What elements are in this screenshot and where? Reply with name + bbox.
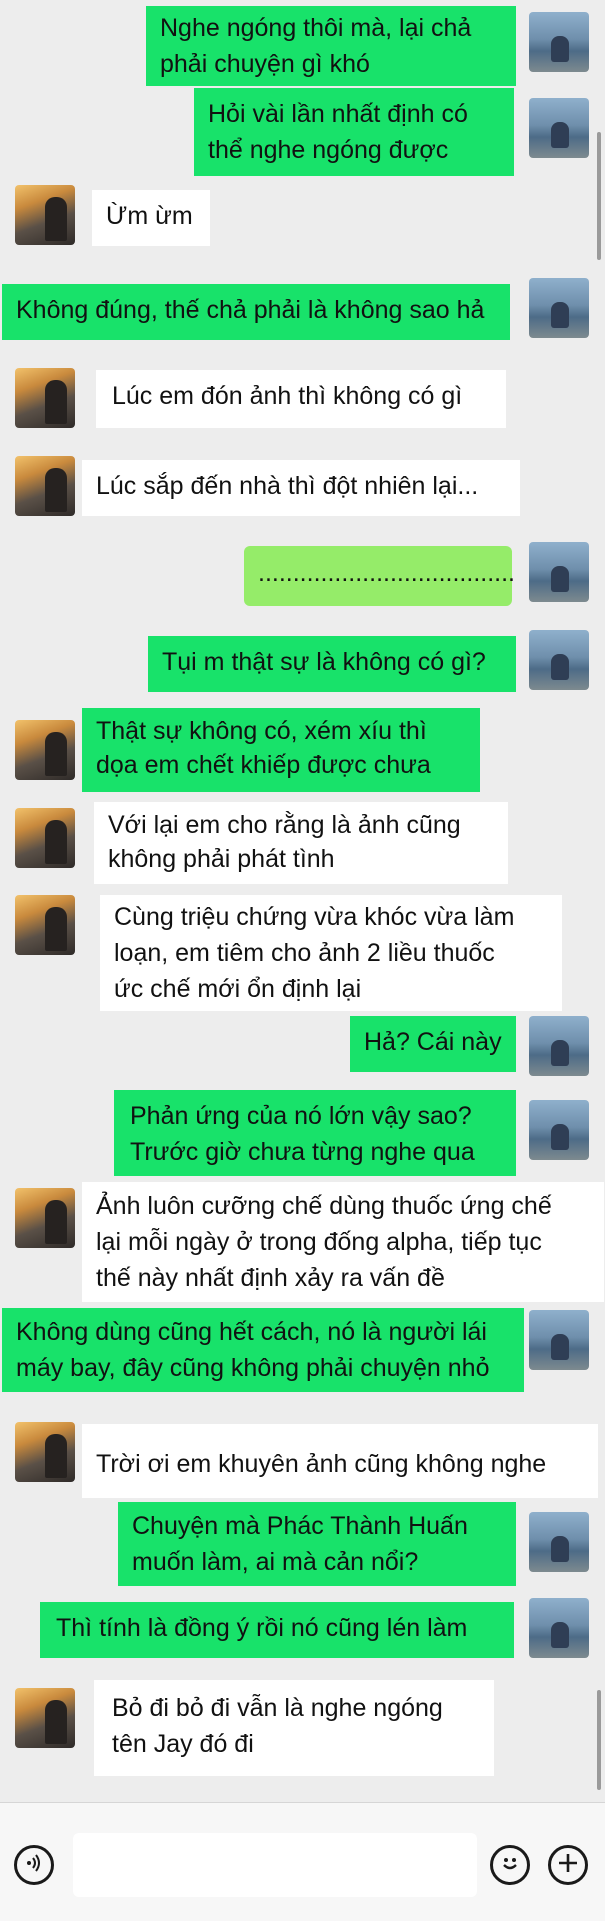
my-avatar[interactable] bbox=[529, 1598, 589, 1658]
message-bubble: Với lại em cho rằng là ảnh cũng không ph… bbox=[94, 802, 508, 884]
my-avatar[interactable] bbox=[529, 1100, 589, 1160]
plus-button[interactable] bbox=[548, 1845, 588, 1885]
message-bubble: Nghe ngóng thôi mà, lại chả phải chuyện … bbox=[146, 6, 516, 86]
contact-avatar[interactable] bbox=[15, 808, 75, 868]
contact-avatar[interactable] bbox=[15, 456, 75, 516]
voice-icon bbox=[23, 1852, 45, 1879]
message-bubble: Thật sự không có, xém xíu thì dọa em chế… bbox=[82, 708, 480, 792]
message-bubble: Ừm ừm bbox=[92, 190, 210, 246]
message-bubble: Bỏ đi bỏ đi vẫn là nghe ngóng tên Jay đó… bbox=[94, 1680, 494, 1776]
scrollbar[interactable] bbox=[597, 132, 601, 260]
plus-icon bbox=[556, 1851, 580, 1880]
message-bubble: Thì tính là đồng ý rồi nó cũng lén làm bbox=[40, 1602, 514, 1658]
contact-avatar[interactable] bbox=[15, 895, 75, 955]
input-bar bbox=[0, 1802, 605, 1921]
contact-avatar[interactable] bbox=[15, 185, 75, 245]
my-avatar[interactable] bbox=[529, 542, 589, 602]
message-bubble: Lúc em đón ảnh thì không có gì bbox=[96, 370, 506, 428]
my-avatar[interactable] bbox=[529, 278, 589, 338]
message-bubble: Hỏi vài lần nhất định có thể nghe ngóng … bbox=[194, 88, 514, 176]
message-bubble: Chuyện mà Phác Thành Huấn muốn làm, ai m… bbox=[118, 1502, 516, 1586]
voice-button[interactable] bbox=[14, 1845, 54, 1885]
my-avatar[interactable] bbox=[529, 1512, 589, 1572]
message-bubble: Phản ứng của nó lớn vậy sao? Trước giờ c… bbox=[114, 1090, 516, 1176]
contact-avatar[interactable] bbox=[15, 1188, 75, 1248]
my-avatar[interactable] bbox=[529, 1016, 589, 1076]
chat-area[interactable]: Nghe ngóng thôi mà, lại chả phải chuyện … bbox=[0, 0, 605, 1800]
message-bubble: Cùng triệu chứng vừa khóc vừa làm loạn, … bbox=[100, 895, 562, 1011]
emoji-button[interactable] bbox=[490, 1845, 530, 1885]
contact-avatar[interactable] bbox=[15, 720, 75, 780]
contact-avatar[interactable] bbox=[15, 1688, 75, 1748]
contact-avatar[interactable] bbox=[15, 1422, 75, 1482]
contact-avatar[interactable] bbox=[15, 368, 75, 428]
my-avatar[interactable] bbox=[529, 12, 589, 72]
message-bubble: Không dùng cũng hết cách, nó là người lá… bbox=[2, 1308, 524, 1392]
message-bubble: Ảnh luôn cưỡng chế dùng thuốc ứng chế lạ… bbox=[82, 1182, 604, 1302]
my-avatar[interactable] bbox=[529, 630, 589, 690]
message-bubble: Lúc sắp đến nhà thì đột nhiên lại... bbox=[82, 460, 520, 516]
message-bubble: Không đúng, thế chả phải là không sao hả bbox=[2, 284, 510, 340]
message-bubble: ..................................... bbox=[244, 546, 515, 606]
my-avatar[interactable] bbox=[529, 98, 589, 158]
my-avatar[interactable] bbox=[529, 1310, 589, 1370]
message-bubble: Hả? Cái này bbox=[350, 1016, 516, 1072]
scrollbar[interactable] bbox=[597, 1690, 601, 1790]
message-bubble: Trời ơi em khuyên ảnh cũng không nghe bbox=[82, 1424, 598, 1498]
message-input[interactable] bbox=[73, 1833, 477, 1897]
emoji-icon bbox=[497, 1850, 523, 1881]
message-bubble: Tụi m thật sự là không có gì? bbox=[148, 636, 516, 692]
